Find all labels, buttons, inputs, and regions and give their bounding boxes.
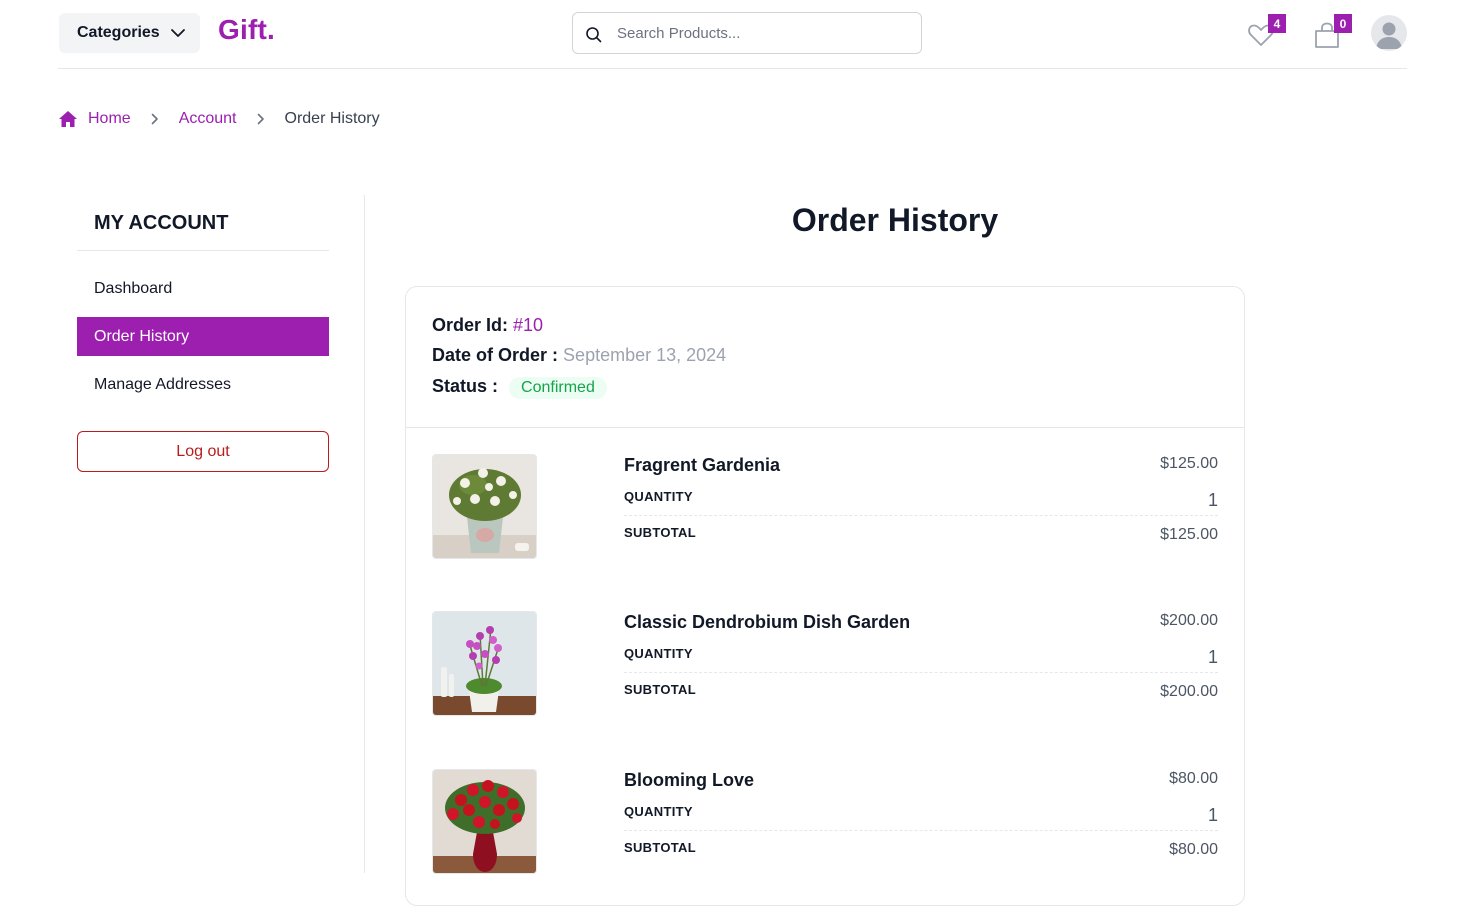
cart-button[interactable]: 0: [1312, 14, 1352, 54]
site-logo[interactable]: Gift.: [218, 14, 275, 46]
quantity-value: 1: [1207, 490, 1218, 510]
product-price: $200.00: [1160, 612, 1218, 629]
sidebar-divider: [77, 250, 329, 251]
chevron-down-icon: [171, 29, 185, 37]
order-item: Classic Dendrobium Dish Garden $200.00 Q…: [432, 611, 1218, 716]
quantity-value: 1: [1207, 647, 1218, 667]
cart-count-badge: 0: [1334, 14, 1352, 33]
product-name[interactable]: Classic Dendrobium Dish Garden: [624, 612, 910, 633]
user-avatar[interactable]: [1371, 15, 1407, 51]
sidebar-item-label: Order History: [94, 327, 190, 345]
sidebar-item-manage-addresses[interactable]: Manage Addresses: [77, 365, 329, 404]
quantity-label: QUANTITY: [624, 646, 693, 661]
quantity-label: QUANTITY: [624, 804, 693, 819]
order-status-row: Status : Confirmed: [432, 376, 607, 399]
row-divider: [624, 515, 1218, 516]
order-id-label: Order Id:: [432, 315, 509, 335]
categories-button[interactable]: Categories: [59, 13, 200, 53]
subtotal-label: SUBTOTAL: [624, 525, 696, 540]
row-divider: [624, 830, 1218, 831]
categories-label: Categories: [77, 24, 160, 41]
subtotal-label: SUBTOTAL: [624, 840, 696, 855]
sidebar-item-label: Manage Addresses: [94, 375, 231, 393]
order-id-value[interactable]: #10: [513, 315, 543, 335]
quantity-value: 1: [1207, 805, 1218, 825]
order-item: Blooming Love $80.00 QUANTITY 1 SUBTOTAL…: [432, 769, 1218, 874]
order-card: Order Id: #10 Date of Order : September …: [405, 286, 1245, 906]
card-divider: [406, 427, 1244, 428]
sidebar-item-dashboard[interactable]: Dashboard: [77, 269, 329, 308]
user-icon: [1376, 22, 1402, 49]
breadcrumb: Home Account Order History: [58, 107, 380, 131]
status-badge: Confirmed: [509, 377, 607, 399]
subtotal-value: $125.00: [1160, 526, 1218, 543]
chevron-right-icon: [151, 113, 158, 125]
quantity-label: QUANTITY: [624, 489, 693, 504]
subtotal-value: $200.00: [1160, 683, 1218, 700]
subtotal-label: SUBTOTAL: [624, 682, 696, 697]
wishlist-count-badge: 4: [1268, 14, 1286, 33]
product-image-gardenia[interactable]: [432, 454, 537, 559]
order-date-label: Date of Order :: [432, 345, 559, 365]
search-input[interactable]: [617, 13, 907, 53]
breadcrumb-current: Order History: [284, 110, 380, 127]
search-icon: [586, 27, 602, 43]
product-price: $125.00: [1160, 455, 1218, 472]
order-id-row: Order Id: #10: [432, 315, 543, 336]
product-name[interactable]: Blooming Love: [624, 770, 754, 791]
wishlist-button[interactable]: 4: [1246, 14, 1286, 54]
product-image-blooming-love[interactable]: [432, 769, 537, 874]
product-price: $80.00: [1169, 770, 1218, 787]
site-header: Categories Gift. 4 0: [58, 0, 1407, 69]
order-item: Fragrent Gardenia $125.00 QUANTITY 1 SUB…: [432, 454, 1218, 559]
order-status-label: Status :: [432, 376, 499, 396]
page-title: Order History: [791, 202, 999, 238]
row-divider: [624, 672, 1218, 673]
subtotal-value: $80.00: [1169, 841, 1218, 858]
order-date-row: Date of Order : September 13, 2024: [432, 345, 726, 366]
order-date-value: September 13, 2024: [563, 345, 727, 365]
product-image-dendrobium[interactable]: [432, 611, 537, 716]
account-sidebar: MY ACCOUNT Dashboard Order History Manag…: [58, 195, 365, 873]
sidebar-item-label: Dashboard: [94, 279, 173, 297]
sidebar-item-order-history[interactable]: Order History: [77, 317, 329, 356]
search-bar: [572, 12, 922, 54]
chevron-right-icon: [257, 113, 264, 125]
logout-button[interactable]: Log out: [77, 431, 329, 472]
breadcrumb-home-link[interactable]: Home: [88, 110, 131, 128]
breadcrumb-account-link[interactable]: Account: [179, 110, 237, 128]
sidebar-title: MY ACCOUNT: [94, 212, 229, 234]
product-name[interactable]: Fragrent Gardenia: [624, 455, 780, 476]
home-icon[interactable]: [58, 110, 78, 128]
